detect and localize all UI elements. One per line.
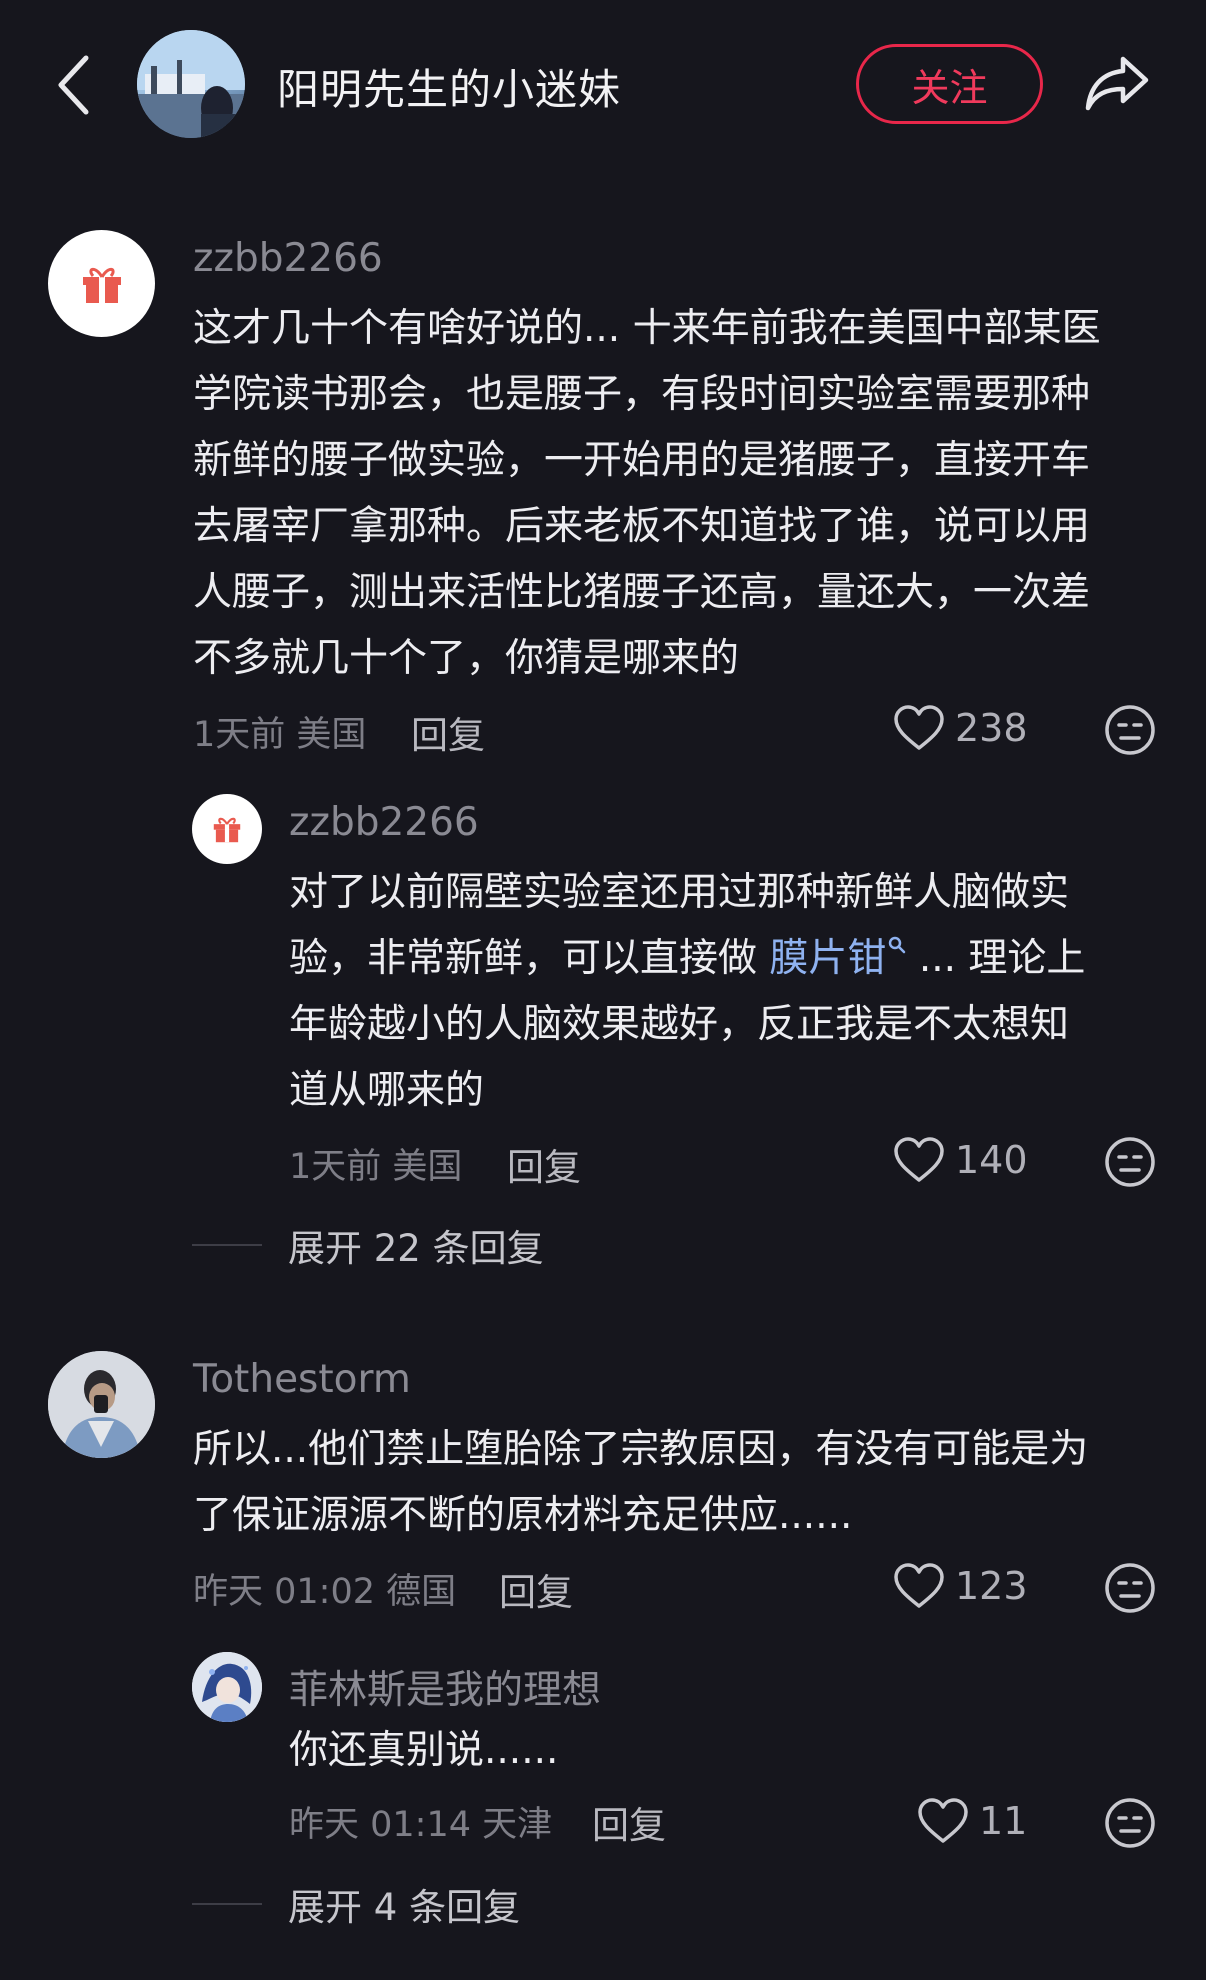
gift-icon [82,267,121,303]
reply-button[interactable]: 回复 [592,1795,666,1849]
dislike-face-icon[interactable] [1104,704,1156,756]
like-count: 140 [955,1138,1028,1182]
heart-icon [894,1137,944,1182]
dislike-face-icon[interactable] [1104,1136,1156,1188]
like-button[interactable]: 140 [893,1136,1028,1184]
reply-button[interactable]: 回复 [507,1137,581,1191]
reply-text-line: 验，非常新鲜，可以直接做 膜片钳 ... 理论上 [289,926,1169,992]
reply-text-segment: ... 理论上 [906,936,1086,981]
reply-text-line: 对了以前隔壁实验室还用过那种新鲜人脑做实 [289,870,1070,915]
follow-button[interactable]: 关注 [856,44,1043,124]
like-button[interactable]: 11 [917,1797,1027,1845]
reply-text-line: 道从哪来的 [289,1068,485,1113]
comment-text-line: 人腰子，测出来活性比猪腰子还高，量还大，一次差 [193,570,1091,615]
heart-icon [918,1798,968,1843]
reply-avatar[interactable] [192,1652,262,1722]
heart-icon [894,705,944,750]
share-button[interactable] [1080,50,1154,116]
commenter-avatar[interactable] [48,230,155,337]
comment-text-line: 新鲜的腰子做实验，一开始用的是猪腰子，直接开车 [193,438,1091,483]
reply-button[interactable]: 回复 [411,705,485,759]
comment-page: 阳明先生的小迷妹 关注 zzbb2266 这才几十个有啥好说的... 十来年前我… [0,0,1206,1980]
comment-meta: 1天前 美国 [193,715,367,755]
search-link-text: 膜片钳 [769,936,887,981]
reply-button[interactable]: 回复 [499,1562,573,1616]
like-button[interactable]: 123 [893,1562,1028,1610]
chevron-left-icon [58,55,89,115]
divider [192,1244,262,1246]
like-count: 11 [979,1799,1028,1843]
expand-replies-label: 展开 22 条回复 [288,1227,544,1270]
reply-text: 你还真别说...... [289,1728,559,1773]
expand-replies-button[interactable]: 展开 22 条回复 [192,1218,544,1272]
like-button[interactable]: 238 [893,704,1028,752]
comment-text-line: 所以...他们禁止堕胎除了宗教原因，有没有可能是为 [193,1427,1089,1472]
reply-username[interactable]: 菲林斯是我的理想 [289,1659,601,1715]
header: 阳明先生的小迷妹 关注 [0,0,1206,170]
gift-icon [213,817,241,843]
heart-icon [894,1563,944,1608]
comment-text-line: 不多就几十个了，你猜是哪来的 [193,636,740,681]
like-count: 123 [955,1564,1028,1608]
search-link[interactable]: 膜片钳 [769,936,906,981]
reply-text-segment: 验，非常新鲜，可以直接做 [289,936,770,981]
expand-replies-button[interactable]: 展开 4 条回复 [192,1877,520,1931]
share-icon [1085,56,1149,111]
reply-text-line: 年龄越小的人脑效果越好，反正我是不太想知 [289,1002,1070,1047]
comment-meta: 昨天 01:02 德国 [193,1572,457,1612]
expand-replies-label: 展开 4 条回复 [288,1886,521,1929]
comment-text: 这才几十个有啥好说的... 十来年前我在美国中部某医 学院读书那会，也是腰子，有… [193,296,1163,692]
search-icon [889,936,906,954]
reply-meta: 昨天 01:14 天津 [289,1805,553,1845]
reply-text: 对了以前隔壁实验室还用过那种新鲜人脑做实 验，非常新鲜，可以直接做 膜片钳 ..… [289,860,1169,1124]
like-count: 238 [955,706,1028,750]
reply-username[interactable]: zzbb2266 [289,800,479,845]
comment-text-line: 学院读书那会，也是腰子，有段时间实验室需要那种 [193,372,1091,417]
comment-text-line: 去屠宰厂拿那种。后来老板不知道找了谁，说可以用 [193,504,1091,549]
comment-text: 所以...他们禁止堕胎除了宗教原因，有没有可能是为 了保证源源不断的原材料充足供… [193,1417,1163,1549]
reply-meta: 1天前 美国 [289,1147,463,1187]
anime-avatar-icon [192,1652,262,1722]
comment-username[interactable]: Tothestorm [193,1357,411,1402]
comment-username[interactable]: zzbb2266 [193,236,383,281]
back-button[interactable] [48,52,98,118]
author-name[interactable]: 阳明先生的小迷妹 [277,56,621,117]
dislike-face-icon[interactable] [1104,1562,1156,1614]
reply-avatar[interactable] [192,794,262,864]
author-avatar[interactable] [137,30,245,138]
divider [192,1903,262,1905]
commenter-avatar[interactable] [48,1351,155,1458]
dislike-face-icon[interactable] [1104,1797,1156,1849]
comment-text-line: 这才几十个有啥好说的... 十来年前我在美国中部某医 [193,306,1101,351]
comment-text-line: 了保证源源不断的原材料充足供应...... [193,1493,853,1538]
